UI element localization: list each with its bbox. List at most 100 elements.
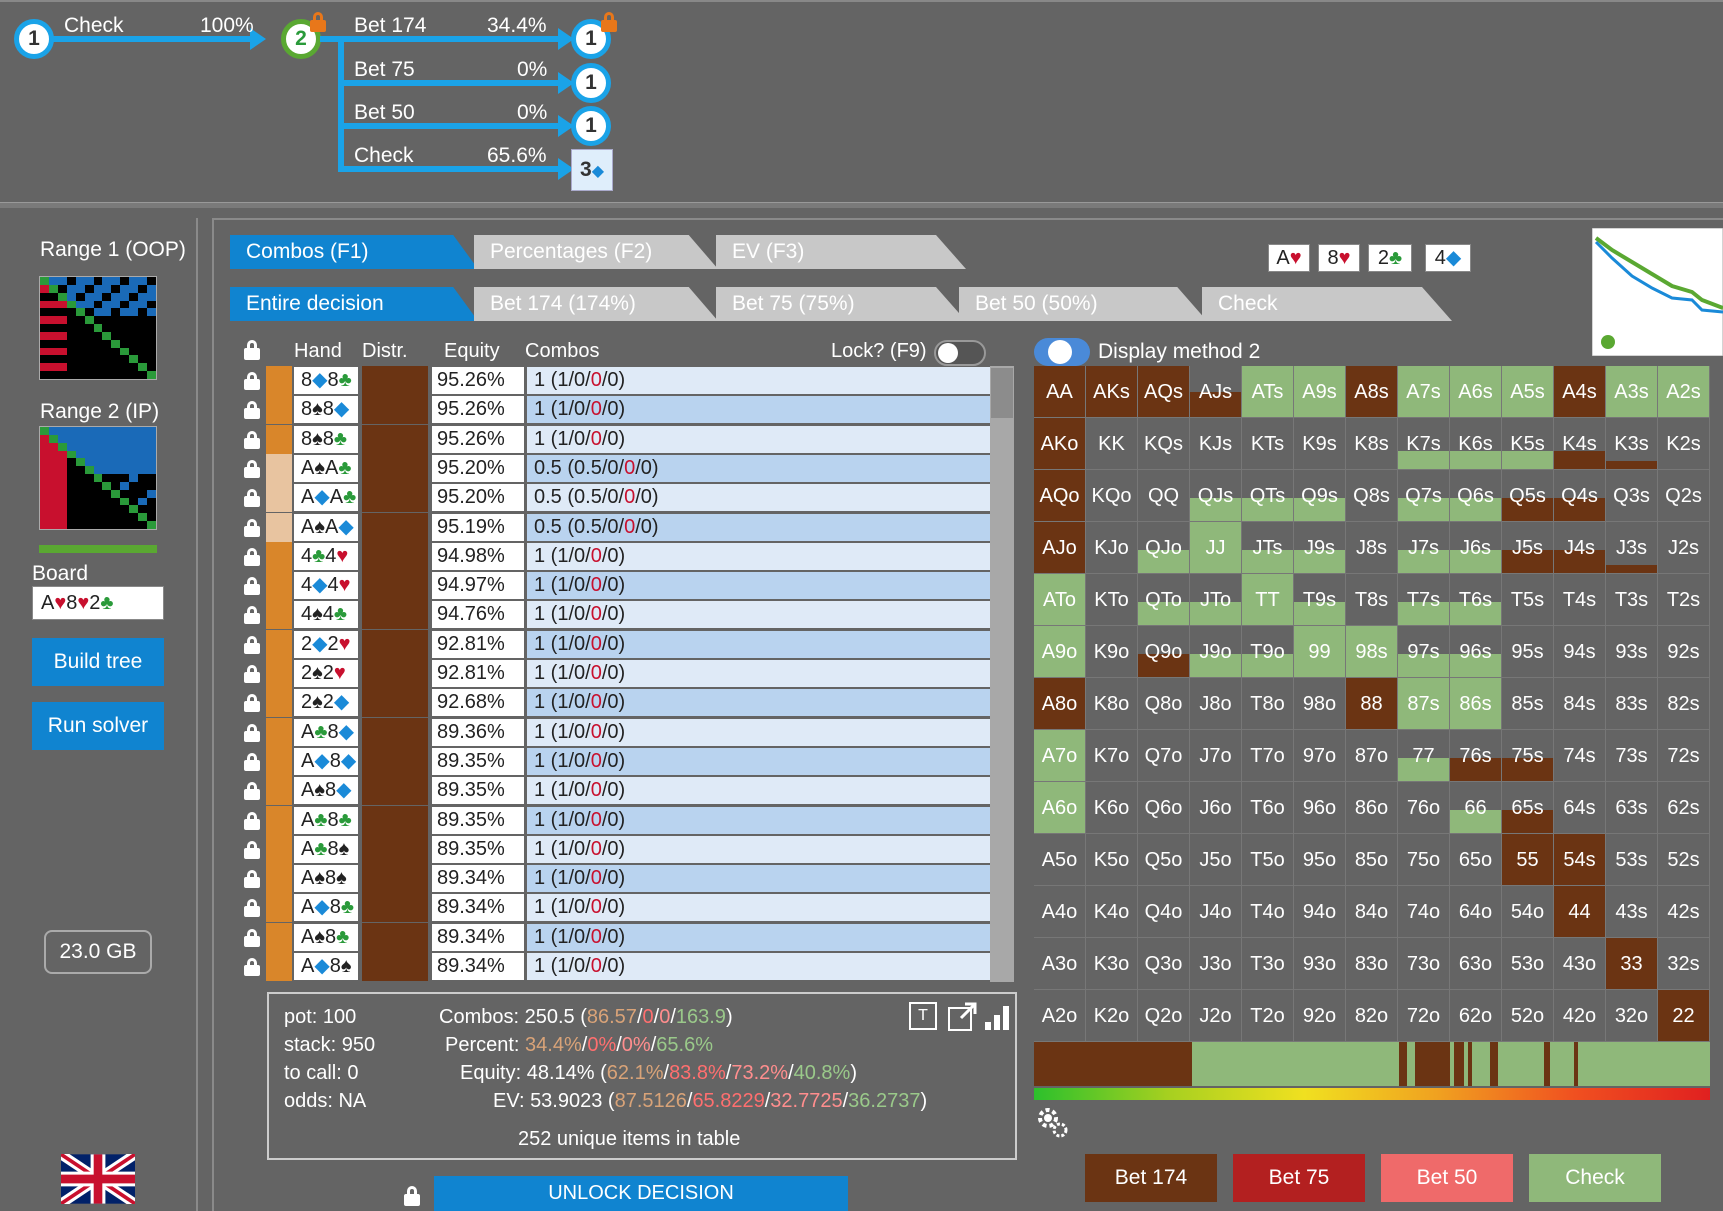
matrix-cell[interactable]: J8o <box>1190 678 1242 730</box>
matrix-cell[interactable]: A3s <box>1606 366 1658 418</box>
matrix-cell[interactable]: Q2s <box>1658 470 1710 522</box>
matrix-cell[interactable]: 87o <box>1346 730 1398 782</box>
matrix-cell[interactable]: T8o <box>1242 678 1294 730</box>
matrix-cell[interactable]: JJ <box>1190 522 1242 574</box>
matrix-cell[interactable]: 65s <box>1502 782 1554 834</box>
display-method-toggle[interactable] <box>1034 338 1090 366</box>
matrix-cell[interactable]: K2o <box>1086 990 1138 1042</box>
matrix-cell[interactable]: K5o <box>1086 834 1138 886</box>
matrix-cell[interactable]: A8o <box>1034 678 1086 730</box>
lock-icon[interactable] <box>244 958 260 976</box>
matrix-cell[interactable]: J6s <box>1450 522 1502 574</box>
matrix-cell[interactable]: 85o <box>1346 834 1398 886</box>
matrix-cell[interactable]: 74s <box>1554 730 1606 782</box>
matrix-cell[interactable]: A9o <box>1034 626 1086 678</box>
matrix-cell[interactable]: 93s <box>1606 626 1658 678</box>
tab-combos[interactable]: Combos (F1) <box>230 235 478 269</box>
matrix-cell[interactable]: ATo <box>1034 574 1086 626</box>
matrix-cell[interactable]: J6o <box>1190 782 1242 834</box>
matrix-cell[interactable]: Q6o <box>1138 782 1190 834</box>
lock-icon[interactable] <box>244 430 260 449</box>
matrix-cell[interactable]: A4s <box>1554 366 1606 418</box>
table-row[interactable]: A◆8♣ 89.34% 1 (1/0/0/0) <box>244 893 990 923</box>
range2-preview[interactable] <box>39 426 157 530</box>
matrix-cell[interactable]: AJo <box>1034 522 1086 574</box>
matrix-cell[interactable]: 72o <box>1398 990 1450 1042</box>
matrix-cell[interactable]: K5s <box>1502 418 1554 470</box>
matrix-cell[interactable]: K4o <box>1086 886 1138 938</box>
board-input[interactable]: A♥8♥2♣ <box>32 586 164 620</box>
matrix-cell[interactable]: 43s <box>1606 886 1658 938</box>
matrix-cell[interactable]: TT <box>1242 574 1294 626</box>
matrix-cell[interactable]: 95o <box>1294 834 1346 886</box>
matrix-cell[interactable]: A8s <box>1346 366 1398 418</box>
bet-75-button[interactable]: Bet 75 <box>1233 1154 1365 1202</box>
tree-child-node[interactable]: 1 <box>571 106 611 146</box>
matrix-cell[interactable]: 54o <box>1502 886 1554 938</box>
matrix-cell[interactable]: 98s <box>1346 626 1398 678</box>
matrix-cell[interactable]: KK <box>1086 418 1138 470</box>
lock-icon[interactable] <box>244 782 260 801</box>
build-tree-button[interactable]: Build tree <box>32 638 164 686</box>
matrix-cell[interactable]: 95s <box>1502 626 1554 678</box>
matrix-cell[interactable]: T6s <box>1450 574 1502 626</box>
matrix-cell[interactable]: 64o <box>1450 886 1502 938</box>
matrix-cell[interactable]: 75s <box>1502 730 1554 782</box>
uk-flag-icon[interactable] <box>61 1154 135 1204</box>
matrix-cell[interactable]: 83o <box>1346 938 1398 990</box>
matrix-cell[interactable]: Q7s <box>1398 470 1450 522</box>
col-distr[interactable]: Distr. <box>362 340 408 363</box>
table-row[interactable]: A♠8♠ 89.34% 1 (1/0/0/0) <box>244 864 990 894</box>
matrix-cell[interactable]: QJo <box>1138 522 1190 574</box>
matrix-cell[interactable]: QTo <box>1138 574 1190 626</box>
matrix-cell[interactable]: T9s <box>1294 574 1346 626</box>
text-export-icon[interactable]: T <box>909 1002 937 1030</box>
tab-bet-174[interactable]: Bet 174 (174%) <box>474 287 718 321</box>
tab-ev[interactable]: EV (F3) <box>716 235 966 269</box>
lock-icon[interactable] <box>244 372 260 390</box>
bet-50-button[interactable]: Bet 50 <box>1381 1154 1513 1202</box>
unlock-decision-button[interactable]: UNLOCK DECISION <box>434 1176 848 1211</box>
lock-icon[interactable] <box>244 723 260 742</box>
matrix-cell[interactable]: T9o <box>1242 626 1294 678</box>
lock-icon[interactable] <box>244 340 260 360</box>
lock-icon[interactable] <box>244 665 260 683</box>
matrix-cell[interactable]: KJo <box>1086 522 1138 574</box>
matrix-cell[interactable]: Q8s <box>1346 470 1398 522</box>
table-row[interactable]: 8♠8◆ 95.26% 1 (1/0/0/0) <box>244 395 990 425</box>
matrix-cell[interactable]: 33 <box>1606 938 1658 990</box>
matrix-cell[interactable]: T2o <box>1242 990 1294 1042</box>
matrix-cell[interactable]: K6o <box>1086 782 1138 834</box>
matrix-cell[interactable]: K3o <box>1086 938 1138 990</box>
matrix-cell[interactable]: 44 <box>1554 886 1606 938</box>
matrix-cell[interactable]: K8o <box>1086 678 1138 730</box>
matrix-cell[interactable]: K9s <box>1294 418 1346 470</box>
table-row[interactable]: A♠8♣ 89.34% 1 (1/0/0/0) <box>244 922 990 952</box>
tab-bet-50[interactable]: Bet 50 (50%) <box>959 287 1207 321</box>
matrix-cell[interactable]: JTs <box>1242 522 1294 574</box>
table-row[interactable]: 2♠2◆ 92.68% 1 (1/0/0/0) <box>244 688 990 718</box>
matrix-cell[interactable]: Q2o <box>1138 990 1190 1042</box>
matrix-cell[interactable]: QJs <box>1190 470 1242 522</box>
matrix-cell[interactable]: 97s <box>1398 626 1450 678</box>
matrix-cell[interactable]: J9s <box>1294 522 1346 574</box>
matrix-cell[interactable]: 87s <box>1398 678 1450 730</box>
matrix-cell[interactable]: 66 <box>1450 782 1502 834</box>
matrix-cell[interactable]: K6s <box>1450 418 1502 470</box>
matrix-cell[interactable]: 92s <box>1658 626 1710 678</box>
run-solver-button[interactable]: Run solver <box>32 702 164 750</box>
lock-icon[interactable] <box>244 811 260 830</box>
lock-icon[interactable] <box>244 459 260 478</box>
matrix-cell[interactable]: 32s <box>1658 938 1710 990</box>
table-row[interactable]: 8◆8♣ 95.26% 1 (1/0/0/0) <box>244 366 990 395</box>
table-row[interactable]: A◆8♠ 89.34% 1 (1/0/0/0) <box>244 952 990 981</box>
matrix-cell[interactable]: 88 <box>1346 678 1398 730</box>
matrix-cell[interactable]: K8s <box>1346 418 1398 470</box>
lock-icon[interactable] <box>244 928 260 947</box>
matrix-cell[interactable]: 93o <box>1294 938 1346 990</box>
matrix-cell[interactable]: JTo <box>1190 574 1242 626</box>
table-row[interactable]: 4♣4♥ 94.98% 1 (1/0/0/0) <box>244 541 990 571</box>
matrix-cell[interactable]: J7o <box>1190 730 1242 782</box>
matrix-cell[interactable]: 42s <box>1658 886 1710 938</box>
table-row[interactable]: 2◆2♥ 92.81% 1 (1/0/0/0) <box>244 629 990 659</box>
